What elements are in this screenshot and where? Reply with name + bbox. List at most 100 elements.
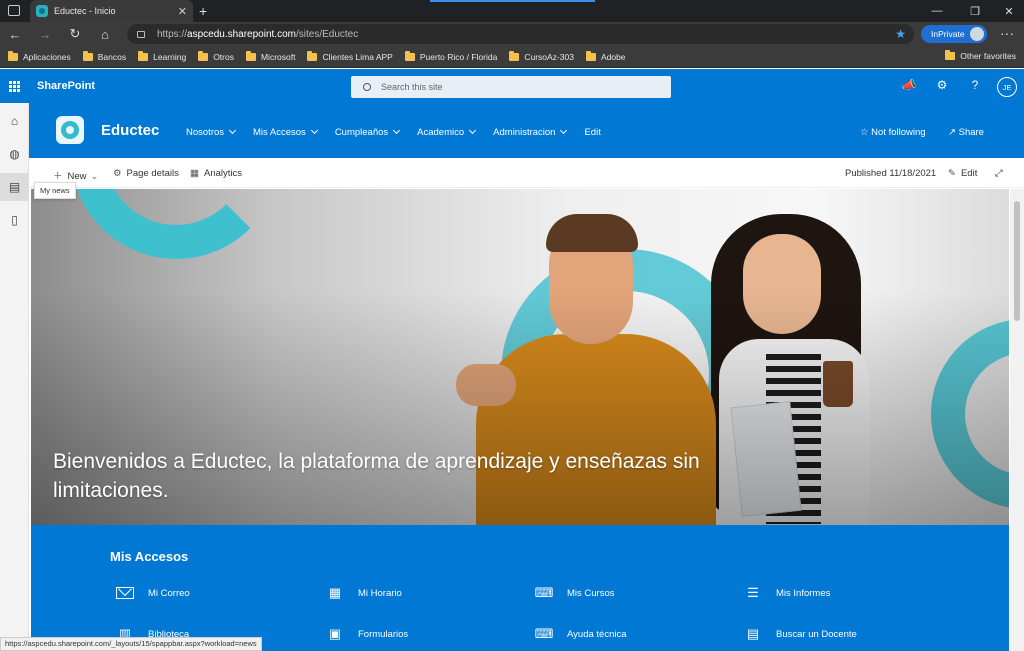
megaphone-icon[interactable]: 📣 <box>900 78 918 94</box>
browser-tab[interactable]: Eductec - Inicio ✕ <box>30 0 193 22</box>
follow-label: Not following <box>871 127 926 138</box>
folder-icon <box>198 50 209 61</box>
quick-link-buscar-docente[interactable]: ▤ Buscar un Docente <box>744 626 857 642</box>
bookmark-item[interactable]: Learning <box>138 50 187 62</box>
app-name[interactable]: SharePoint <box>37 80 95 92</box>
share-button[interactable]: ↗ Share <box>948 127 984 138</box>
more-options-icon[interactable]: ··· <box>1000 22 1014 46</box>
search-icon <box>363 83 371 91</box>
page-scrollbar[interactable] <box>1010 189 1024 651</box>
bookmark-item[interactable]: Adobe <box>585 50 626 62</box>
site-logo[interactable] <box>56 116 84 144</box>
nav-item-edit[interactable]: Edit <box>584 127 600 138</box>
laptop-icon: ⌨ <box>534 626 554 641</box>
nav-label: Edit <box>584 127 601 138</box>
chevron-down-icon: ⌄ <box>90 171 99 182</box>
minimize-button[interactable]: — <box>920 0 954 22</box>
bookmark-item[interactable]: Clientes Lima APP <box>307 50 393 62</box>
globe-icon[interactable]: ◍ <box>0 140 29 168</box>
follow-button[interactable]: ☆ Not following <box>860 127 926 138</box>
restore-button[interactable]: ❐ <box>958 0 992 22</box>
inprivate-label: InPrivate <box>931 29 965 39</box>
quick-link-label: Mi Correo <box>148 587 190 599</box>
edit-button[interactable]: ✎ Edit <box>948 168 977 179</box>
quick-link-mis-cursos[interactable]: ⌨ Mis Cursos <box>535 585 615 601</box>
bookmark-item[interactable]: Bancos <box>82 50 126 62</box>
bookmark-item[interactable]: CursoAz-303 <box>509 50 574 62</box>
tab-actions-icon[interactable] <box>8 5 20 16</box>
favorite-star-icon[interactable]: ★ <box>895 27 906 41</box>
close-window-button[interactable]: ✕ <box>992 0 1024 22</box>
nav-item-nosotros[interactable]: Nosotros <box>186 126 237 138</box>
chevron-down-icon <box>393 126 401 135</box>
quick-link-mi-correo[interactable]: Mi Correo <box>116 585 190 601</box>
nav-item-academico[interactable]: Academico <box>417 126 477 138</box>
nav-item-cumpleanos[interactable]: Cumpleaños <box>335 126 401 138</box>
gear-icon[interactable]: ⚙ <box>933 78 951 94</box>
new-tab-button[interactable]: + <box>199 0 207 22</box>
home-button[interactable]: ⌂ <box>90 22 120 46</box>
file-icon[interactable]: ▯ <box>0 206 29 234</box>
bookmark-item[interactable]: Otros <box>198 50 234 62</box>
nav-label: Administracion <box>493 127 556 138</box>
help-icon[interactable]: ? <box>966 78 984 94</box>
folder-icon <box>138 50 149 61</box>
bookmark-item[interactable]: Aplicaciones <box>8 50 71 62</box>
bookmark-label: Clientes Lima APP <box>322 51 393 62</box>
app-launcher-icon[interactable] <box>9 81 20 92</box>
bookmark-item[interactable]: Microsoft <box>245 50 296 62</box>
bookmark-label: Learning <box>153 51 187 62</box>
quick-link-mi-horario[interactable]: ▦ Mi Horario <box>326 585 402 601</box>
quick-link-formularios[interactable]: ▣ Formularios <box>326 626 408 642</box>
bookmark-item[interactable]: Puerto Rico / Florida <box>404 50 497 62</box>
quick-link-label: Formularios <box>358 628 409 640</box>
news-icon[interactable]: ▤ <box>0 173 29 201</box>
quick-link-ayuda-tecnica[interactable]: ⌨ Ayuda técnica <box>535 626 627 642</box>
nav-label: Nosotros <box>186 127 225 138</box>
edit-label: Edit <box>960 168 978 179</box>
folder-icon <box>245 50 256 61</box>
folder-icon <box>82 50 93 61</box>
address-bar-row: ← → ↻ ⌂ https://aspcedu.sharepoint.com/s… <box>0 22 1024 46</box>
page-details-button[interactable]: ⚙ Page details <box>113 168 179 179</box>
nav-item-mis-accesos[interactable]: Mis Accesos <box>253 126 318 138</box>
new-button[interactable]: ＋ New ⌄ <box>53 168 99 182</box>
other-favorites-label: Other favorites <box>960 51 1016 61</box>
home-icon[interactable]: ⌂ <box>0 107 29 135</box>
expand-icon[interactable]: ⤢ <box>995 168 1003 179</box>
folder-icon <box>8 50 18 61</box>
quick-link-mis-informes[interactable]: ☰ Mis Informes <box>744 585 830 601</box>
scrollbar-thumb[interactable] <box>1014 201 1020 321</box>
hero-banner[interactable]: Bienvenidos a Eductec, la plataforma de … <box>31 189 1009 525</box>
search-input[interactable]: Search this site <box>351 76 671 98</box>
bookmark-label: Microsoft <box>260 51 296 62</box>
url-prefix: https:// <box>157 28 188 40</box>
site-header: Eductec Nosotros Mis Accesos Cumpleaños … <box>29 103 1024 158</box>
nav-item-administracion[interactable]: Administracion <box>493 126 568 138</box>
bookmark-label: Aplicaciones <box>23 51 71 62</box>
quick-link-label: Mi Horario <box>358 587 402 599</box>
published-status: Published 11/18/2021 <box>845 168 937 179</box>
refresh-button[interactable]: ↻ <box>60 22 90 46</box>
gear-icon: ⚙ <box>113 168 122 179</box>
site-title[interactable]: Eductec <box>101 122 159 139</box>
inprivate-button[interactable]: InPrivate <box>921 25 987 43</box>
url-field[interactable]: https://aspcedu.sharepoint.com/sites/Edu… <box>127 24 914 44</box>
close-tab-icon[interactable]: ✕ <box>178 5 187 18</box>
analytics-button[interactable]: ▦ Analytics <box>190 168 242 179</box>
other-favorites[interactable]: Other favorites <box>945 50 1016 61</box>
quick-links-section: Mis Accesos Mi Correo ▦ Mi Horario ⌨ Mis… <box>31 525 1009 651</box>
chevron-down-icon <box>469 126 477 135</box>
quick-link-label: Ayuda técnica <box>567 628 627 640</box>
nav-label: Mis Accesos <box>253 127 306 138</box>
folder-icon <box>585 50 596 61</box>
user-avatar[interactable]: JE <box>997 77 1017 97</box>
lock-icon[interactable] <box>137 30 145 38</box>
calendar-icon: ▦ <box>328 585 342 600</box>
bookmark-label: CursoAz-303 <box>524 51 574 62</box>
forward-button[interactable]: → <box>30 22 60 46</box>
laptop-icon: ⌨ <box>534 585 554 600</box>
forms-icon: ▣ <box>328 626 342 641</box>
tab-highlight <box>430 0 595 2</box>
back-button[interactable]: ← <box>0 22 30 46</box>
